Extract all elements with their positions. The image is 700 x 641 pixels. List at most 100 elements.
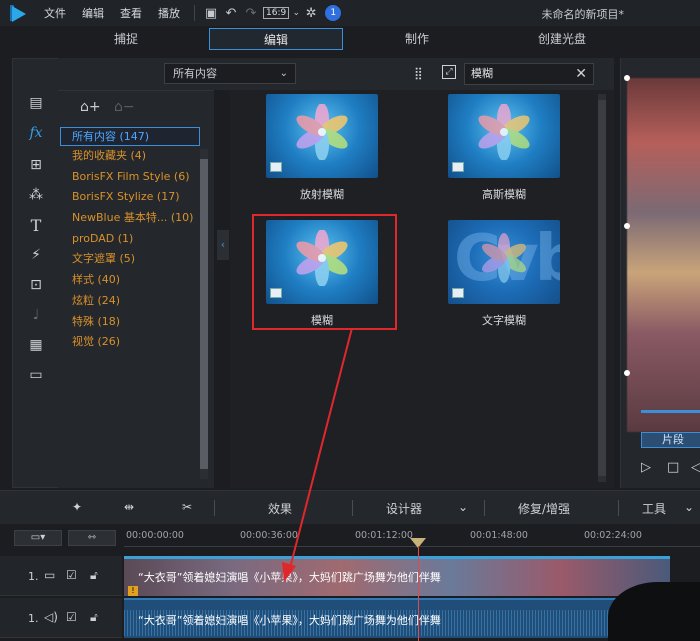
tab-capture[interactable]: 捕捉 <box>64 28 188 50</box>
notification-badge[interactable]: 1 <box>325 5 342 21</box>
fit-timeline-button[interactable]: ⇿ <box>68 530 116 546</box>
undo-icon[interactable]: ↶ <box>221 3 241 23</box>
menu-play[interactable]: 播放 <box>150 5 188 21</box>
resize-handle[interactable] <box>624 223 630 229</box>
title-room-icon[interactable]: T <box>25 215 47 235</box>
resize-handle[interactable] <box>624 75 630 81</box>
category-scrollbar[interactable] <box>200 149 208 479</box>
category-item[interactable]: 我的收藏夹 (4) <box>58 146 200 167</box>
project-title: 未命名的新项目* <box>541 8 625 21</box>
collapse-panel-button[interactable]: ‹ <box>217 230 229 260</box>
category-item[interactable]: BorisFX Stylize (17) <box>58 187 200 208</box>
effect-thumb-radial-blur[interactable] <box>266 94 378 178</box>
app-window: 文件 编辑 查看 播放 ▣ ↶ ↷ 16:9 ⌄ ✲ 1 未命名的新项目* 捕捉… <box>0 0 700 641</box>
chevron-down-icon[interactable]: ⌄ <box>458 500 468 514</box>
filter-bar: 所有内容 ⌄ ⣿ ⤢ 模糊 ✕ <box>58 58 614 90</box>
pip-room-icon[interactable]: ⊞ <box>25 155 47 175</box>
tab-create-disc[interactable]: 创建光盘 <box>500 28 624 50</box>
category-item[interactable]: 视觉 (26) <box>58 332 200 353</box>
search-value: 模糊 <box>471 67 493 80</box>
redo-icon[interactable]: ↷ <box>241 3 261 23</box>
category-item[interactable]: proDAD (1) <box>58 229 200 250</box>
category-item[interactable]: NewBlue 基本特... (10) <box>58 208 200 229</box>
flower-icon <box>478 104 530 160</box>
category-item[interactable]: 炫粒 (24) <box>58 291 200 312</box>
stop-icon[interactable]: □ <box>667 460 679 475</box>
save-icon[interactable]: ▣ <box>201 3 221 23</box>
lock-icon[interactable]: 🔓︎ <box>90 568 98 583</box>
checkbox-icon[interactable]: ☑ <box>66 568 77 582</box>
tick-label: 00:02:24:00 <box>584 530 642 541</box>
app-logo <box>0 0 36 26</box>
menu-edit[interactable]: 编辑 <box>74 5 112 21</box>
menu-view[interactable]: 查看 <box>112 5 150 21</box>
mode-tabs: 捕捉 编辑 制作 创建光盘 <box>0 26 700 54</box>
tick-label: 00:00:00:00 <box>126 530 184 541</box>
remove-tag-icon[interactable]: ⌂− <box>114 99 135 119</box>
particle-room-icon[interactable]: ⁂ <box>25 185 47 205</box>
menu-file[interactable]: 文件 <box>36 5 74 21</box>
room-rail: ▤ fx ⊞ ⁂ T ⚡ ⊡ ♩ ▦ ▭ <box>12 58 58 488</box>
category-item[interactable]: 所有内容 (147) <box>60 127 200 146</box>
effect-label: 放射模糊 <box>300 188 344 201</box>
effect-badge-icon <box>452 162 464 172</box>
scrollbar-thumb[interactable] <box>200 159 208 469</box>
track-number: 1. <box>28 570 39 583</box>
fx-room-icon[interactable]: fx <box>25 123 47 143</box>
previous-frame-icon[interactable]: ◁ <box>691 460 700 475</box>
play-icon[interactable]: ▷ <box>641 460 651 475</box>
category-item[interactable]: 特殊 (18) <box>58 312 200 333</box>
category-item[interactable]: 文字遮罩 (5) <box>58 249 200 270</box>
tools-button[interactable]: 工具 <box>642 500 666 517</box>
effect-thumb-text-blur[interactable]: Cvb <box>448 220 560 304</box>
toolbar-separator <box>214 500 215 516</box>
clip-mode-button[interactable]: 片段 <box>641 432 700 448</box>
repair-enhance-button[interactable]: 修复/增强 <box>518 500 570 517</box>
close-icon[interactable]: ✕ <box>575 64 587 84</box>
lock-icon[interactable]: 🔓︎ <box>90 610 98 625</box>
category-item[interactable]: 样式 (40) <box>58 270 200 291</box>
aspect-ratio-button[interactable]: 16:9 <box>263 7 290 19</box>
magic-tool-icon[interactable]: ✦ <box>72 500 82 514</box>
preview-image <box>627 78 700 432</box>
chapter-room-icon[interactable]: ▦ <box>25 335 47 355</box>
effect-button[interactable]: 效果 <box>268 500 292 517</box>
category-item[interactable]: BorisFX Film Style (6) <box>58 167 200 188</box>
audio-clip[interactable]: “大衣哥”领着媳妇演唱《小苹果》，大妈们跳广场舞为他们伴舞 <box>124 598 670 638</box>
gear-icon[interactable]: ✲ <box>301 3 321 23</box>
effect-label: 文字模糊 <box>482 314 526 327</box>
subtitle-room-icon[interactable]: ▭ <box>25 365 47 385</box>
designer-button[interactable]: 设计器 <box>386 500 422 517</box>
effect-thumb-gaussian-blur[interactable] <box>448 94 560 178</box>
chevron-down-icon[interactable]: ⌄ <box>684 500 694 514</box>
track-number: 1. <box>28 612 39 625</box>
chevron-down-icon[interactable]: ⌄ <box>291 3 301 23</box>
flower-icon <box>481 233 527 283</box>
timeline-toolbar: ✦ ⇹ ✂ 效果 设计器 ⌄ 修复/增强 工具 ⌄ <box>0 490 700 524</box>
track-manager-button[interactable]: ▭▾ <box>14 530 62 546</box>
microphone-icon[interactable]: ♩ <box>25 305 47 325</box>
resize-handle[interactable] <box>624 370 630 376</box>
audio-mixing-icon[interactable]: ⊡ <box>25 275 47 295</box>
split-icon[interactable]: ⇹ <box>124 500 134 514</box>
transition-room-icon[interactable]: ⚡ <box>25 245 47 265</box>
ruler-line <box>124 546 700 547</box>
expand-icon[interactable]: ⤢ <box>442 65 456 79</box>
video-track-header: 1. ▭ ☑ 🔓︎ <box>0 556 122 596</box>
library-scrollbar[interactable] <box>598 94 606 482</box>
effect-badge-icon <box>452 288 464 298</box>
scissors-icon[interactable]: ✂ <box>182 500 192 514</box>
category-dropdown[interactable]: 所有内容 ⌄ <box>164 63 296 84</box>
effect-badge-icon <box>270 162 282 172</box>
checkbox-icon[interactable]: ☑ <box>66 610 77 624</box>
media-room-icon[interactable]: ▤ <box>25 93 47 113</box>
video-clip[interactable]: “大衣哥”领着媳妇演唱《小苹果》，大妈们跳广场舞为他们伴舞 <box>124 556 670 596</box>
tab-produce[interactable]: 制作 <box>355 28 479 50</box>
add-tag-icon[interactable]: ⌂+ <box>80 99 101 119</box>
search-input[interactable]: 模糊 ✕ <box>464 63 594 85</box>
grid-view-icon[interactable]: ⣿ <box>414 66 423 80</box>
tab-edit[interactable]: 编辑 <box>209 28 343 50</box>
scrollbar-thumb[interactable] <box>598 100 606 476</box>
dropdown-value: 所有内容 <box>173 67 217 80</box>
clip-title: “大衣哥”领着媳妇演唱《小苹果》，大妈们跳广场舞为他们伴舞 <box>138 571 441 584</box>
